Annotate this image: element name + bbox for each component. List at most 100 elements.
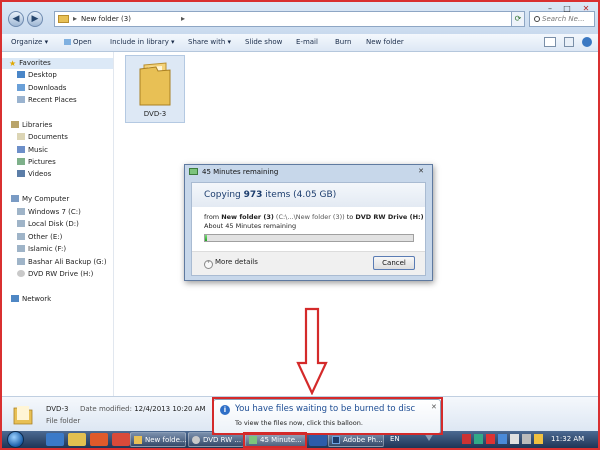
folder-icon — [13, 406, 33, 425]
language-indicator[interactable]: EN — [390, 435, 400, 443]
include-in-library-button[interactable]: Include in library ▾ — [110, 38, 175, 46]
network-icon — [11, 295, 19, 302]
nav-drive-d[interactable]: Local Disk (D:) — [17, 220, 79, 228]
nav-my-computer[interactable]: My Computer — [11, 195, 69, 203]
balloon-close-icon[interactable]: ✕ — [431, 403, 437, 411]
clock[interactable]: 11:32 AM — [551, 435, 584, 443]
media-player-icon[interactable] — [90, 433, 108, 446]
copy-progress-dialog: 45 Minutes remaining ✕ Copying 973 items… — [184, 164, 433, 281]
address-bar[interactable]: ▸ New folder (3) ▸ — [54, 11, 521, 27]
burn-button[interactable]: Burn — [335, 38, 351, 46]
drive-icon — [17, 220, 25, 227]
nav-drive-h[interactable]: DVD RW Drive (H:) — [17, 270, 93, 278]
bluetooth-icon[interactable] — [498, 434, 507, 444]
maximize-button[interactable]: □ — [560, 2, 574, 16]
chevron-right-icon[interactable]: ▸ — [181, 14, 185, 23]
address-row: ◀ ▶ ▸ New folder (3) ▸ ⟳ Search Ne... – … — [2, 2, 598, 34]
dialog-title-bar[interactable]: 45 Minutes remaining ✕ — [185, 165, 432, 179]
copy-icon — [249, 436, 257, 444]
nav-favorites[interactable]: ★ Favorites — [9, 59, 51, 68]
view-options-icon[interactable] — [544, 37, 556, 47]
forward-button[interactable]: ▶ — [27, 11, 43, 27]
preview-pane-icon[interactable] — [564, 37, 574, 47]
drive-icon — [17, 208, 25, 215]
task-new-folder[interactable]: New folde... — [130, 432, 187, 447]
nav-drive-f[interactable]: Islamic (F:) — [17, 245, 66, 253]
explorer-icon[interactable] — [68, 433, 86, 446]
chrome-icon[interactable] — [112, 433, 130, 446]
copy-icon — [189, 168, 198, 175]
pictures-icon — [17, 158, 25, 165]
help-icon[interactable] — [582, 37, 592, 47]
tray-app-icon[interactable] — [534, 434, 543, 444]
new-folder-button[interactable]: New folder — [366, 38, 404, 46]
drive-icon — [17, 258, 25, 265]
chevron-right-icon[interactable]: ▸ — [73, 14, 77, 23]
documents-icon — [17, 133, 25, 140]
ie-icon[interactable] — [46, 433, 64, 446]
nav-libraries[interactable]: Libraries — [11, 121, 52, 129]
search-icon — [534, 16, 540, 22]
cancel-button[interactable]: Cancel — [373, 256, 415, 270]
email-button[interactable]: E-mail — [296, 38, 318, 46]
nav-recent-places[interactable]: Recent Places — [17, 96, 77, 104]
folder-label: DVD-3 — [143, 110, 167, 118]
address-path[interactable]: New folder (3) — [81, 15, 131, 23]
network-icon[interactable] — [510, 434, 519, 444]
nav-videos[interactable]: Videos — [17, 170, 51, 178]
dialog-close-button[interactable]: ✕ — [414, 167, 428, 177]
videos-icon — [17, 170, 25, 177]
desktop-icon — [17, 71, 25, 78]
folder-item[interactable]: DVD-3 — [125, 55, 185, 123]
minimize-button[interactable]: – — [543, 2, 557, 16]
dialog-body: Copying 973 items (4.05 GB) from New fol… — [191, 182, 426, 276]
volume-icon[interactable] — [522, 434, 531, 444]
drive-icon — [17, 233, 25, 240]
nav-pictures[interactable]: Pictures — [17, 158, 56, 166]
downloads-icon — [17, 84, 25, 91]
libraries-icon — [11, 121, 19, 128]
nav-music[interactable]: Music — [17, 146, 48, 154]
destination-link[interactable]: DVD RW Drive (H:) — [355, 213, 423, 221]
computer-icon — [11, 195, 19, 202]
dialog-footer: ˅ More details Cancel — [192, 251, 425, 275]
balloon-text: To view the files now, click this balloo… — [235, 419, 363, 427]
refresh-button[interactable]: ⟳ — [511, 11, 525, 27]
open-button[interactable]: Open — [64, 38, 92, 46]
photoshop-icon — [332, 436, 340, 444]
start-button[interactable] — [7, 431, 24, 448]
tray-app-icon[interactable] — [474, 434, 483, 444]
nav-drive-g[interactable]: Bashar Ali Backup (G:) — [17, 258, 107, 266]
nav-network[interactable]: Network — [11, 295, 51, 303]
nav-documents[interactable]: Documents — [17, 133, 68, 141]
word-icon[interactable] — [309, 433, 327, 446]
details-modified: Date modified: 12/4/2013 10:20 AM — [80, 405, 206, 413]
down-arrow-annotation — [296, 307, 328, 395]
tray-app-icon[interactable] — [486, 434, 495, 444]
nav-drive-e[interactable]: Other (E:) — [17, 233, 62, 241]
command-bar: Organize ▾ Open Include in library ▾ Sha… — [2, 34, 598, 52]
close-button[interactable]: ✕ — [577, 2, 595, 16]
progress-fill — [205, 235, 208, 241]
slide-show-button[interactable]: Slide show — [245, 38, 282, 46]
nav-downloads[interactable]: Downloads — [17, 84, 66, 92]
drive-icon — [17, 245, 25, 252]
tray-app-icon[interactable] — [462, 434, 471, 444]
navigation-pane: ★ Favorites Desktop Downloads Recent Plac… — [2, 52, 114, 396]
nav-desktop[interactable]: Desktop — [17, 71, 57, 79]
search-placeholder: Search Ne... — [542, 15, 585, 23]
nav-drive-c[interactable]: Windows 7 (C:) — [17, 208, 81, 216]
organize-button[interactable]: Organize ▾ — [11, 38, 48, 46]
task-dvd-drive[interactable]: DVD RW ... — [188, 432, 244, 447]
folder-icon — [134, 436, 142, 444]
more-details-button[interactable]: ˅ More details — [204, 258, 258, 269]
time-remaining: About 45 Minutes remaining — [204, 222, 297, 230]
balloon-title: You have files waiting to be burned to d… — [235, 404, 416, 414]
share-with-button[interactable]: Share with ▾ — [188, 38, 231, 46]
task-copy-progress[interactable]: 45 Minute... — [245, 432, 307, 447]
source-link[interactable]: New folder (3) — [221, 213, 274, 221]
task-adobe[interactable]: Adobe Ph... — [328, 432, 384, 447]
burn-notification-balloon[interactable]: i You have files waiting to be burned to… — [213, 399, 441, 441]
info-icon: i — [220, 405, 230, 415]
back-button[interactable]: ◀ — [8, 11, 24, 27]
